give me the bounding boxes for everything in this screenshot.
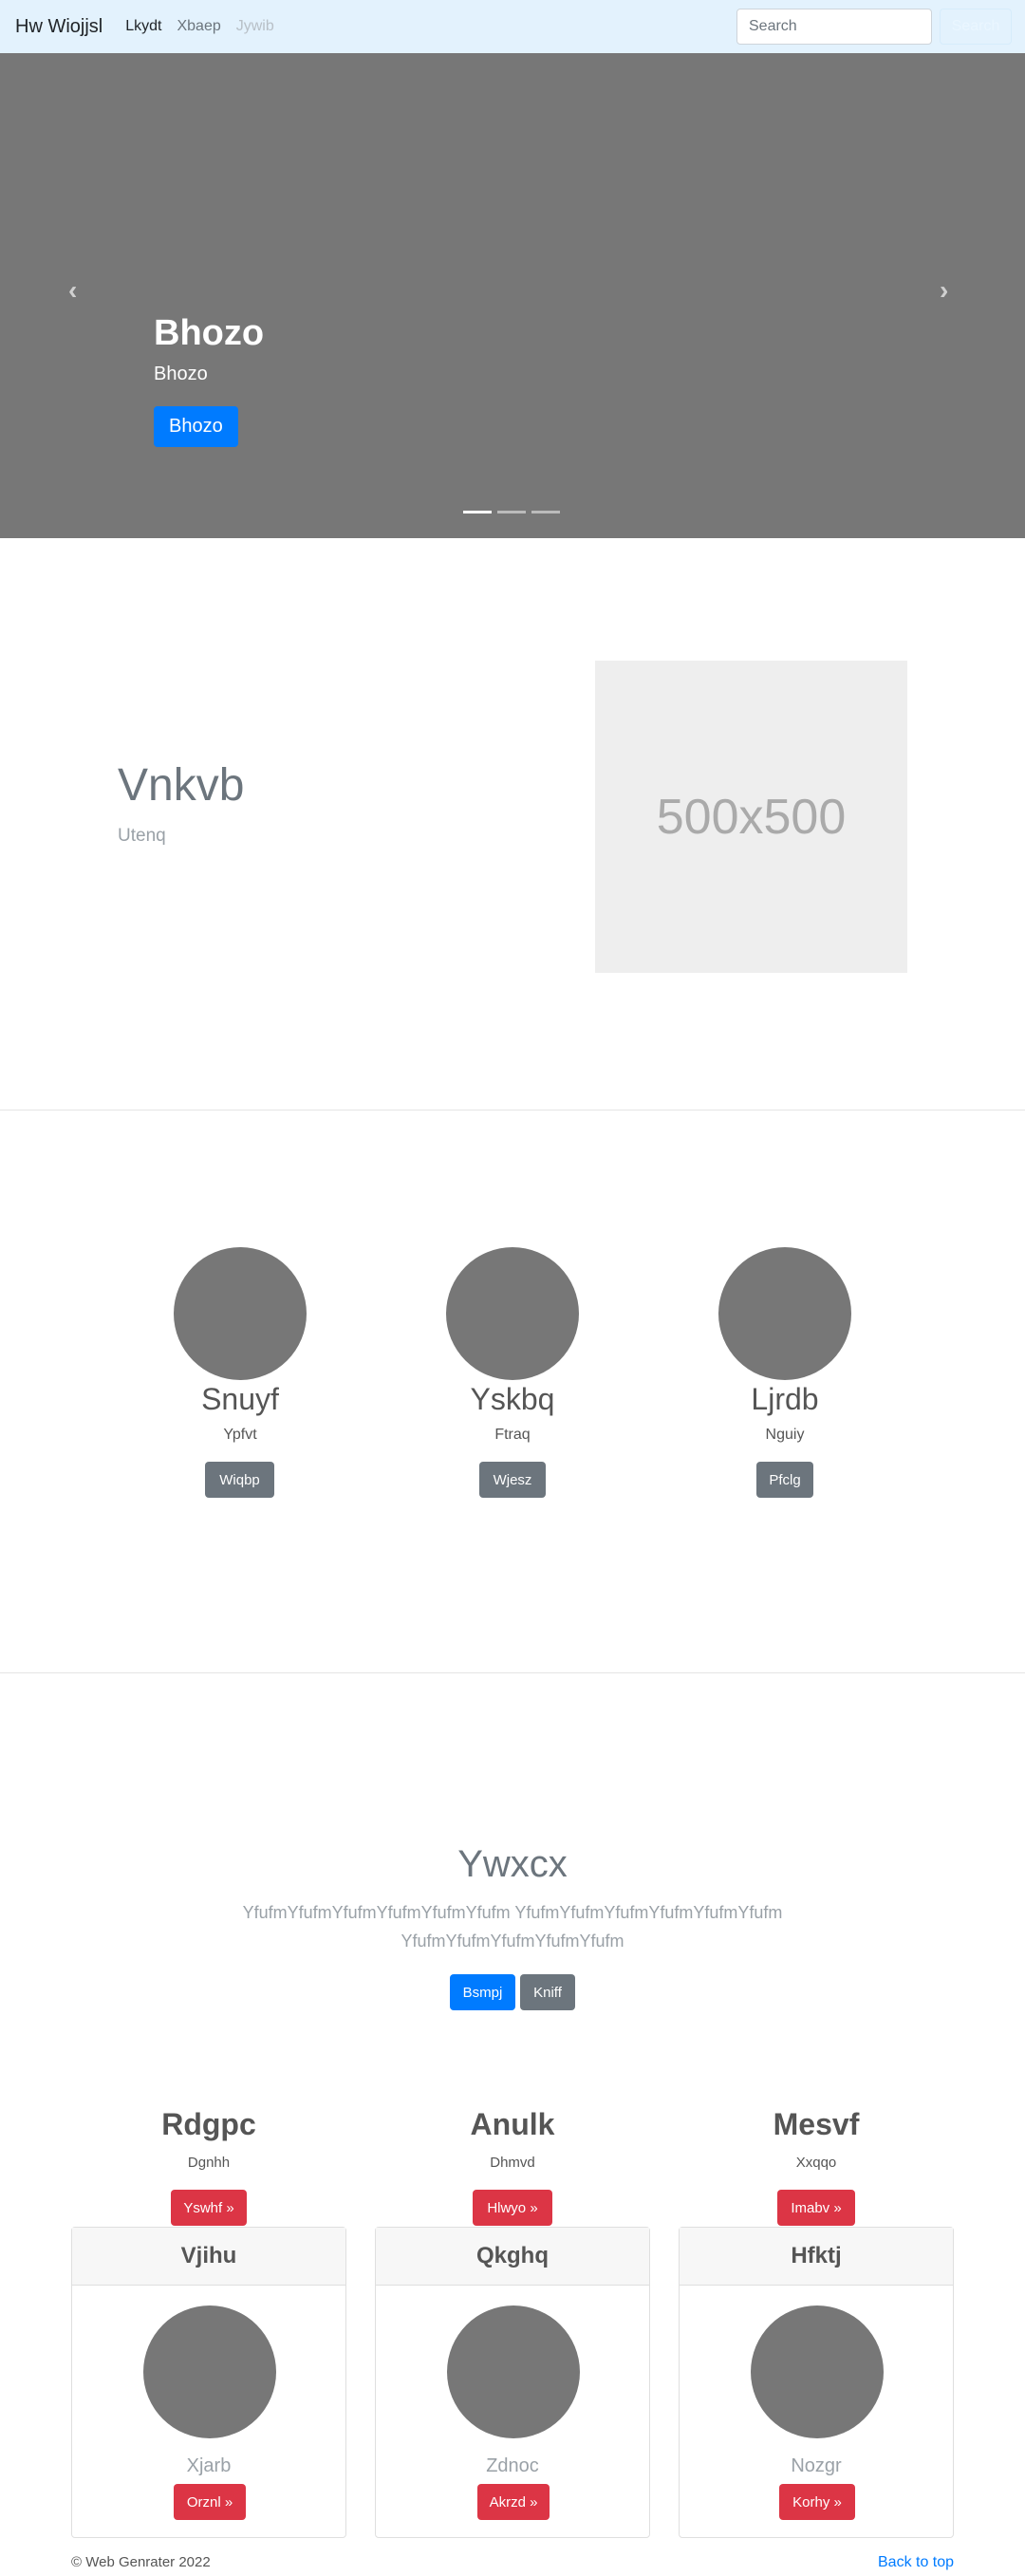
card-image-placeholder [447, 2305, 580, 2438]
jumbotron-primary-button[interactable]: Bsmpj [450, 1974, 515, 2010]
card: Hfktj Nozgr Korhy » [679, 2227, 954, 2538]
card: Qkghq Zdnoc Akrzd » [375, 2227, 650, 2538]
divider [0, 1672, 1025, 1673]
divider [0, 1110, 1025, 1111]
card-button-korhy[interactable]: Korhy » [779, 2484, 855, 2520]
card-text: Xjarb [186, 2455, 232, 2476]
column-title: Snuyf [201, 1382, 279, 1416]
card-text: Zdnoc [486, 2455, 539, 2476]
featurette-image-placeholder: 500x500 [595, 661, 907, 973]
carousel-caption: Bhozo Bhozo Bhozo [154, 313, 264, 447]
footer-copyright: © Web Genrater 2022 [71, 2554, 211, 2570]
card-header: Qkghq [376, 2228, 649, 2286]
carousel-button[interactable]: Bhozo [154, 406, 238, 447]
section-heading: Mesvf [773, 2107, 860, 2141]
avatar-placeholder [446, 1247, 579, 1380]
navbar-brand[interactable]: Hw Wiojjsl [15, 16, 102, 38]
nav-link-jywib: Jywib [235, 18, 274, 34]
jumbotron-title: Ywxcx [457, 1843, 568, 1885]
jumbotron-secondary-button[interactable]: Kniff [520, 1974, 575, 2010]
section-button-hlwyo[interactable]: Hlwyo » [473, 2190, 552, 2226]
card: Vjihu Xjarb Orznl » [71, 2227, 346, 2538]
card-button-akrzd[interactable]: Akrzd » [477, 2484, 550, 2520]
back-to-top-link[interactable]: Back to top [878, 2554, 954, 2571]
carousel-title: Bhozo [154, 313, 265, 353]
featurette-heading: Vnkvb [118, 760, 245, 811]
section-text: Dgnhh [187, 2155, 231, 2171]
card-image-placeholder [751, 2305, 884, 2438]
section-heading: Rdgpc [161, 2107, 256, 2141]
column-text: Ypfvt [223, 1427, 257, 1443]
section-button-yswhf[interactable]: Yswhf » [171, 2190, 247, 2226]
carousel-text: Bhozo [154, 364, 208, 384]
section-button-imabv[interactable]: Imabv » [777, 2190, 855, 2226]
chevron-right-icon[interactable]: › [940, 277, 959, 304]
column-button-wiqbp[interactable]: Wiqbp [205, 1462, 274, 1498]
search-input[interactable] [736, 9, 932, 45]
column-text: Nguiy [765, 1427, 805, 1443]
search-button[interactable]: Search [940, 9, 1012, 45]
column-text: Ftraq [494, 1427, 531, 1443]
column-button-wjesz[interactable]: Wjesz [479, 1462, 546, 1498]
avatar-placeholder [174, 1247, 307, 1380]
column-title: Ljrdb [751, 1382, 819, 1416]
section-text: Dhmvd [490, 2155, 535, 2171]
card-text: Nozgr [791, 2455, 842, 2476]
carousel-indicators [463, 511, 560, 513]
navbar: Hw Wiojjsl Lkydt Xbaep Jywib Search [0, 0, 1025, 53]
column-title: Yskbq [470, 1382, 555, 1416]
featurette-subtext: Utenq [118, 826, 166, 846]
card-image-placeholder [143, 2305, 276, 2438]
placeholder-label: 500x500 [656, 789, 847, 845]
carousel-indicator-1[interactable] [463, 511, 492, 513]
carousel-indicator-3[interactable] [531, 511, 560, 513]
carousel-indicator-2[interactable] [497, 511, 526, 513]
section-text: Xxqqo [795, 2155, 837, 2171]
jumbotron-text: YfufmYfufmYfufmYfufmYfufmYfufm YfufmYfuf… [242, 1903, 783, 1951]
chevron-left-icon[interactable]: ‹ [68, 277, 87, 304]
nav-link-xbaep[interactable]: Xbaep [177, 18, 220, 35]
card-button-orznl[interactable]: Orznl » [174, 2484, 246, 2520]
section-heading: Anulk [470, 2107, 555, 2141]
column-button-pfclg[interactable]: Pfclg [756, 1462, 813, 1498]
card-header: Vjihu [72, 2228, 345, 2286]
nav-link-lkydt[interactable]: Lkydt [125, 18, 161, 35]
avatar-placeholder [718, 1247, 851, 1380]
hero-carousel: ‹ › Bhozo Bhozo Bhozo [0, 53, 1025, 538]
card-header: Hfktj [680, 2228, 953, 2286]
